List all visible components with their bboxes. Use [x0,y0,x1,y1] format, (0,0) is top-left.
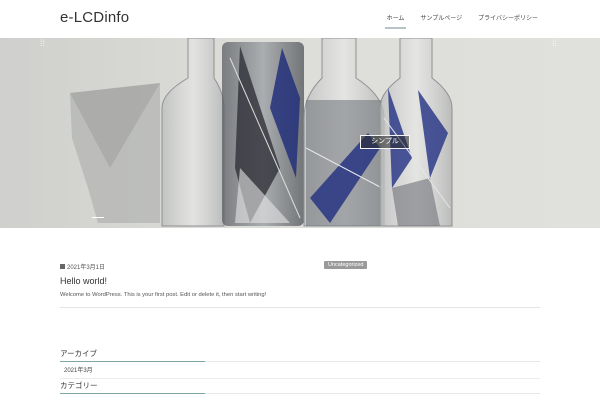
nav-item-home[interactable]: ホーム [384,13,407,29]
post-date-text: 2021年3月1日 [67,265,106,271]
nav-item-privacy-policy[interactable]: プライバシーポリシー [476,13,540,29]
main-nav: ホーム サンプルページ プライバシーポリシー [384,13,540,29]
widget-title-underline [60,393,205,394]
post-excerpt: Welcome to WordPress. This is your first… [60,292,267,298]
slider-next-icon[interactable]: ⁞⁞ [552,38,557,48]
site-header: e-LCDinfo ホーム サンプルページ プライバシーポリシー [0,0,600,38]
category-widget-title-text: カテゴリー [60,381,98,390]
post-card: 2021年3月1日 Uncategorized Hello world! Wel… [60,258,540,308]
calendar-icon [60,264,65,269]
nav-item-sample-page[interactable]: サンプルページ [418,13,464,29]
widget-title-underline [60,361,205,362]
archive-item[interactable]: 2021年3月 [60,363,540,379]
post-date: 2021年3月1日 [60,262,105,271]
bottles-photo [70,38,453,227]
site-title[interactable]: e-LCDinfo [60,9,129,26]
hero-image: ⁞⁞ ⁞⁞ シンプル [0,38,600,228]
archive-widget-title-text: アーカイブ [60,349,98,358]
category-widget-title: カテゴリー [60,380,540,394]
slider-prev-icon[interactable]: ⁞⁞ [40,38,45,48]
archive-widget-title: アーカイブ [60,348,540,362]
category-badge[interactable]: Uncategorized [324,261,368,269]
hero-caption: シンプル [360,135,410,149]
slider-indicator[interactable] [92,217,104,218]
post-title[interactable]: Hello world! [60,276,107,286]
